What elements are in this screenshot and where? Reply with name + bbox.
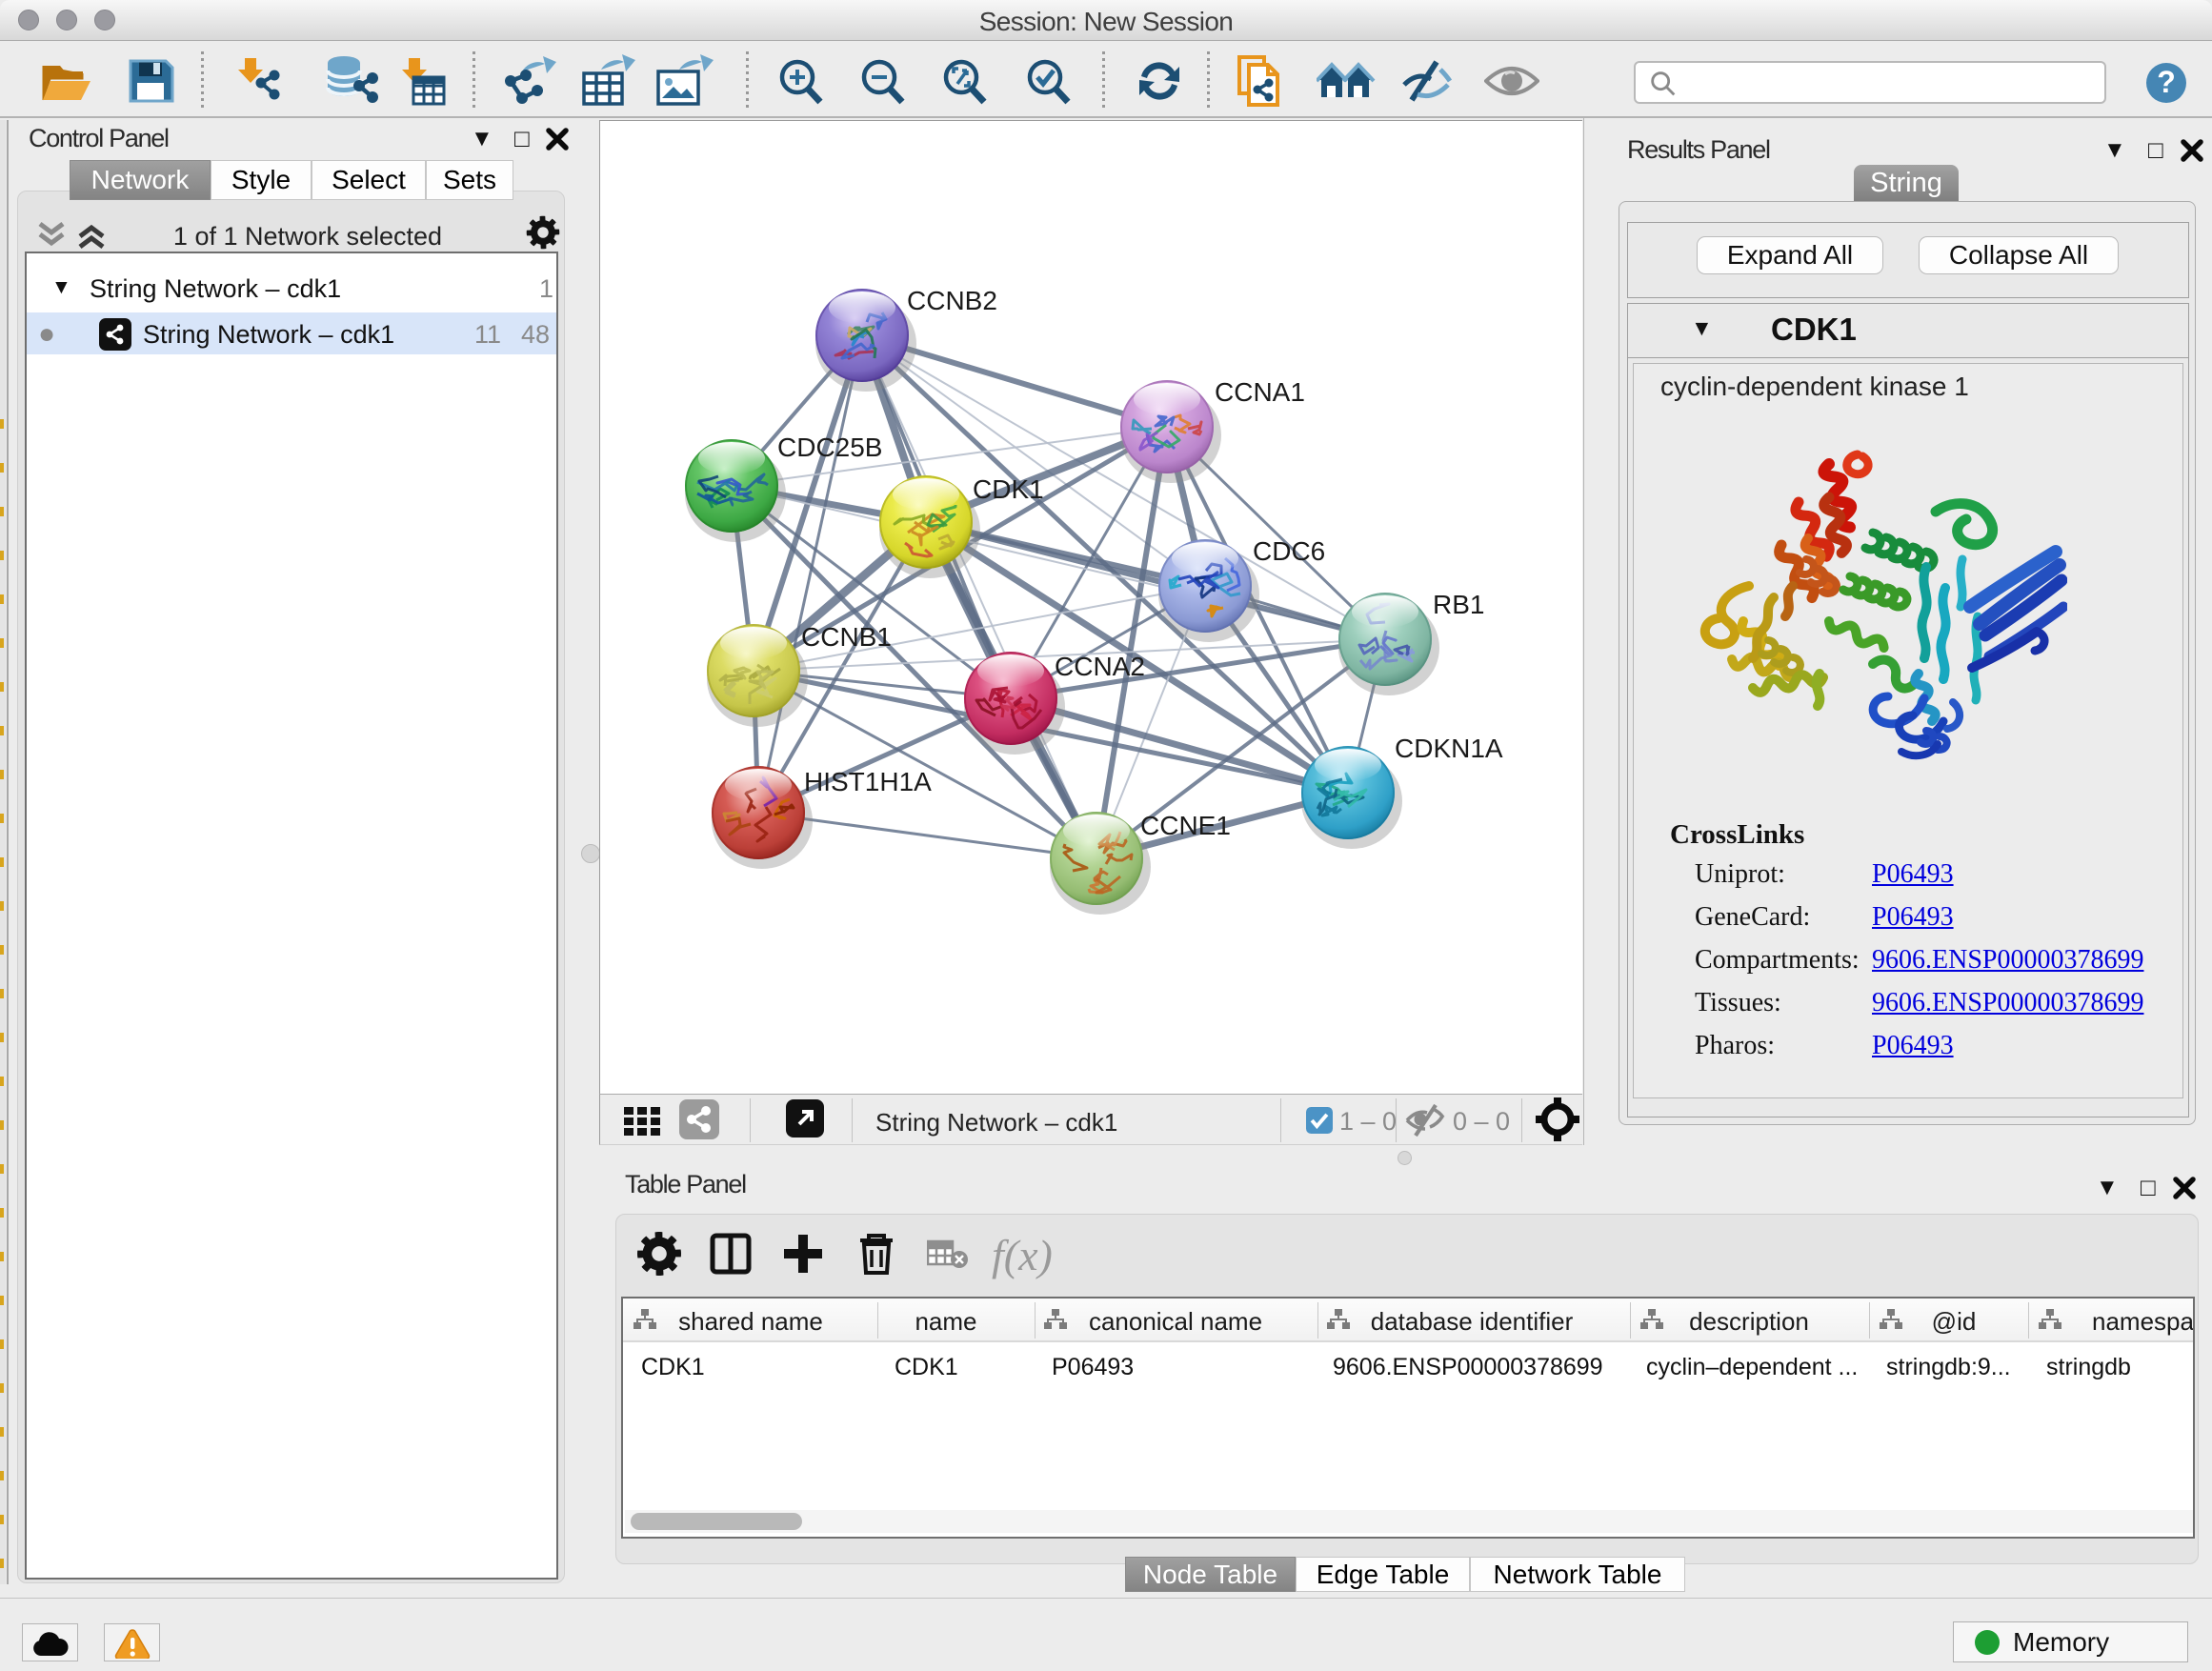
svg-text:RB1: RB1 xyxy=(1433,590,1484,619)
svg-text:CDK1: CDK1 xyxy=(973,474,1044,504)
svg-text:CDC6: CDC6 xyxy=(1253,536,1325,566)
svg-text:CCNE1: CCNE1 xyxy=(1140,811,1231,840)
svg-text:CCNA2: CCNA2 xyxy=(1055,652,1145,681)
svg-text:HIST1H1A: HIST1H1A xyxy=(804,767,932,796)
svg-text:CCNA1: CCNA1 xyxy=(1215,377,1305,407)
svg-text:CDKN1A: CDKN1A xyxy=(1395,734,1503,763)
svg-text:CCNB1: CCNB1 xyxy=(801,622,892,652)
svg-text:CDC25B: CDC25B xyxy=(777,433,882,462)
svg-text:CCNB2: CCNB2 xyxy=(907,286,997,315)
